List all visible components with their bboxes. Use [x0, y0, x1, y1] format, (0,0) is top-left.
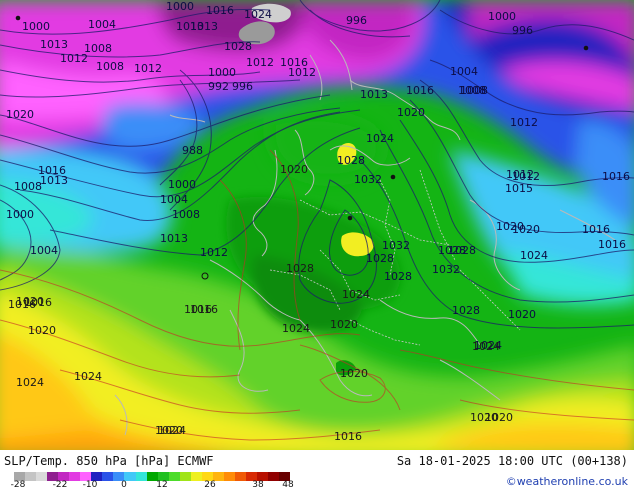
- isobar-label: 1008: [14, 180, 42, 193]
- isobar-label: 1028: [337, 154, 365, 167]
- isobar-label: 1004: [88, 18, 116, 31]
- colorbar-swatch: [168, 472, 180, 481]
- map-title: SLP/Temp. 850 hPa [hPa] ECMWF: [4, 454, 214, 468]
- isobar-label: 1020: [397, 106, 425, 119]
- isobar-label: 996: [512, 24, 533, 37]
- colorbar-swatch: [223, 472, 235, 481]
- colorbar-tick-label: 12: [156, 480, 168, 490]
- colorbar-swatch: [102, 472, 114, 481]
- isobar-label: 1028: [286, 262, 314, 275]
- isobar-label: 1028: [438, 244, 466, 257]
- isobar-label: 1032: [432, 263, 460, 276]
- isobar-label: 1013: [176, 20, 204, 33]
- isobar-label: 1000: [6, 208, 34, 221]
- isobar-label: 1032: [382, 239, 410, 252]
- isobar-label: 1012: [134, 62, 162, 75]
- isobar-label: 1028: [224, 40, 252, 53]
- isobar-label: 1016: [602, 170, 630, 183]
- colorbar-swatch: [36, 472, 48, 481]
- isobar-label: 1016: [582, 223, 610, 236]
- isobar-label: 1000: [22, 20, 50, 33]
- isobar-label: 1012: [60, 52, 88, 65]
- isobar-label: 1012: [506, 168, 534, 181]
- colorbar-swatch: [69, 472, 81, 481]
- isobar-label: 1000: [208, 66, 236, 79]
- isobar-label: 1013: [360, 88, 388, 101]
- isobar-label: 1024: [342, 288, 370, 301]
- isobar-label: 1020: [6, 108, 34, 121]
- isobar-label: 996: [346, 14, 367, 27]
- isobar-label: 1012: [510, 116, 538, 129]
- isobar-label: 1024: [74, 370, 102, 383]
- isobar-label: 1008: [460, 84, 488, 97]
- colorbar-tick-label: 26: [204, 480, 216, 490]
- isobar-label: 1020: [155, 424, 183, 437]
- isobar-label: 1016: [598, 238, 626, 251]
- colorbar-tick-label: 0: [121, 480, 127, 490]
- isobar-label: 1004: [450, 65, 478, 78]
- colorbar-tick-label: -22: [52, 480, 68, 490]
- isobar-label: 1012: [200, 246, 228, 259]
- colorbar-swatch: [179, 472, 191, 481]
- isobar-label: 1016: [406, 84, 434, 97]
- isobar-label: 1008: [84, 42, 112, 55]
- colorbar-tick-label: -28: [10, 480, 26, 490]
- colorbar-tick-label: -10: [82, 480, 98, 490]
- isobar-label: 1020: [508, 308, 536, 321]
- isobar-label: 1008: [172, 208, 200, 221]
- isobar-label: 1016: [190, 303, 218, 316]
- isobar-label: 1015: [505, 182, 533, 195]
- isobar-label: 1016: [334, 430, 362, 443]
- colorbar-tick-label: 48: [282, 480, 294, 490]
- isobar-label: 1008: [96, 60, 124, 73]
- credit-link[interactable]: ©weatheronline.co.uk: [506, 475, 628, 488]
- isobar-label: 1000: [488, 10, 516, 23]
- isobar-label: 1012: [288, 66, 316, 79]
- isobar-label: 1024: [244, 8, 272, 21]
- isobar-label: 1020: [28, 324, 56, 337]
- isobar-label: 988: [182, 144, 203, 157]
- isobar-label: 1020: [280, 163, 308, 176]
- colorbar-swatch: [25, 472, 37, 481]
- isobar-label: 1000: [168, 178, 196, 191]
- isobar-label: 1024: [472, 340, 500, 353]
- isobar-label: 1028: [366, 252, 394, 265]
- isobar-label: 1020: [512, 223, 540, 236]
- colorbar-swatch: [190, 472, 202, 481]
- isobar-label: 1024: [520, 249, 548, 262]
- isobar-label: 1013: [160, 232, 188, 245]
- isobar-label: 1000: [166, 0, 194, 13]
- isobar-label: 1024: [16, 376, 44, 389]
- isobar-label: 1032: [354, 173, 382, 186]
- isobar-label: 1020: [340, 367, 368, 380]
- isobar-label: 1020: [485, 411, 513, 424]
- isobar-label: 1024: [282, 322, 310, 335]
- isobar-label: 1013: [40, 38, 68, 51]
- isobar-label: 1020: [330, 318, 358, 331]
- isobar-label: 1024: [366, 132, 394, 145]
- weather-map: 1000 1004 1008 1013 1012 1020 1016 1013 1008 1000…: [0, 0, 634, 450]
- isobar-label: 1016: [24, 296, 52, 309]
- isobar-label: 1028: [384, 270, 412, 283]
- isobar-label: 1028: [452, 304, 480, 317]
- isobar-label: 1012: [246, 56, 274, 69]
- isobar-label: 1016: [206, 4, 234, 17]
- colorbar-tick-label: 38: [252, 480, 264, 490]
- isobar-label: 992: [208, 80, 229, 93]
- isobar-label: 1013: [40, 174, 68, 187]
- colorbar-swatch: [268, 472, 280, 481]
- run-time: Sa 18-01-2025 18:00 UTC (00+138): [396, 454, 628, 468]
- colorbar-swatch: [234, 472, 246, 481]
- colorbar-swatch: [135, 472, 147, 481]
- isobar-label: 1004: [30, 244, 58, 257]
- isobar-label: 996: [232, 80, 253, 93]
- isobar-label: 1004: [160, 193, 188, 206]
